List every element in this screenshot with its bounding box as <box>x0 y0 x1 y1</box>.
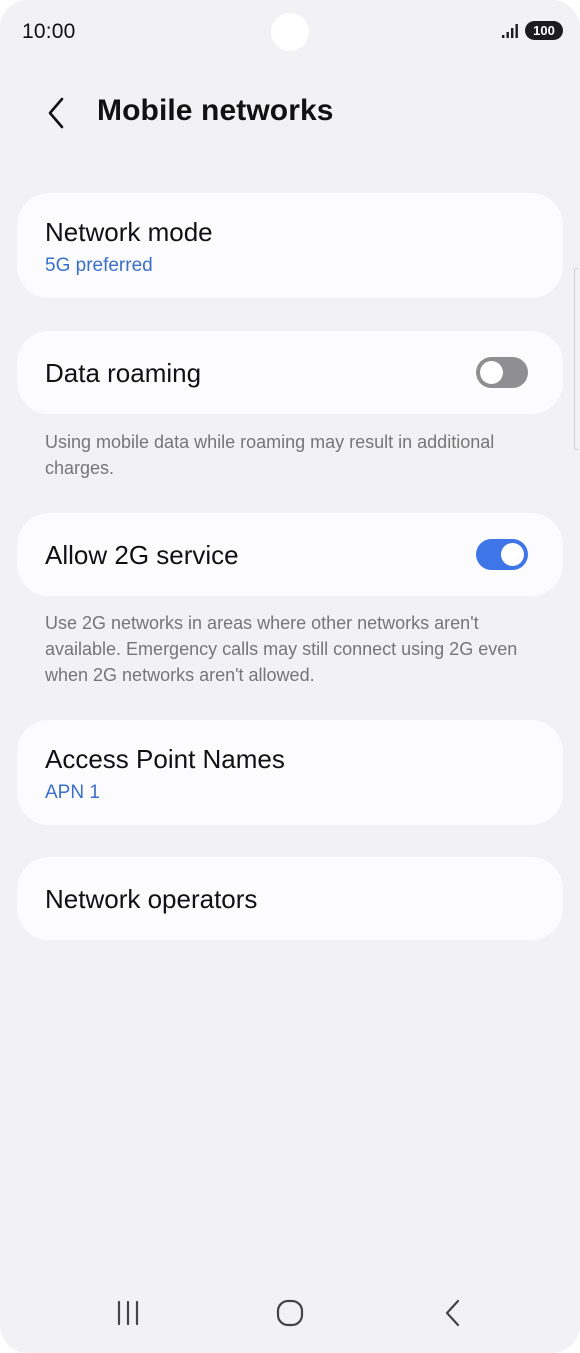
network-mode-value: 5G preferred <box>45 255 153 276</box>
data-roaming-description: Using mobile data while roaming may resu… <box>45 432 495 478</box>
allow-2g-description: Use 2G networks in areas where other net… <box>45 613 518 685</box>
data-roaming-label: Data roaming <box>45 358 202 388</box>
back-button[interactable] <box>36 93 76 133</box>
toggle-knob <box>501 543 524 566</box>
page-title: Mobile networks <box>97 94 334 127</box>
recents-button[interactable] <box>108 1293 148 1333</box>
allow-2g-label: Allow 2G service <box>45 540 239 570</box>
apn-value: APN 1 <box>45 782 100 803</box>
phone-screen: 10:00 100 Mobile networks Network mode 5… <box>0 0 580 1353</box>
scrollbar[interactable] <box>574 268 579 450</box>
allow-2g-item[interactable]: Allow 2G service <box>17 513 563 596</box>
data-roaming-toggle[interactable] <box>476 357 528 388</box>
toggle-knob <box>480 361 503 384</box>
access-point-names-item[interactable]: Access Point Names APN 1 <box>17 720 563 825</box>
home-icon <box>276 1299 304 1327</box>
signal-bars-icon <box>502 23 518 38</box>
battery-indicator: 100 <box>525 21 563 40</box>
network-operators-label: Network operators <box>45 884 258 914</box>
front-camera <box>271 13 309 51</box>
chevron-left-icon <box>48 97 64 129</box>
back-icon <box>445 1299 460 1327</box>
status-icons: 100 <box>501 21 563 40</box>
network-mode-item[interactable]: Network mode 5G preferred <box>17 193 563 298</box>
data-roaming-item[interactable]: Data roaming <box>17 331 563 414</box>
status-time: 10:00 <box>22 20 76 43</box>
home-button[interactable] <box>270 1293 310 1333</box>
allow-2g-toggle[interactable] <box>476 539 528 570</box>
nav-back-button[interactable] <box>433 1293 473 1333</box>
recents-icon <box>117 1300 139 1326</box>
apn-label: Access Point Names <box>45 744 285 774</box>
network-operators-item[interactable]: Network operators <box>17 857 563 940</box>
network-mode-label: Network mode <box>45 217 213 247</box>
